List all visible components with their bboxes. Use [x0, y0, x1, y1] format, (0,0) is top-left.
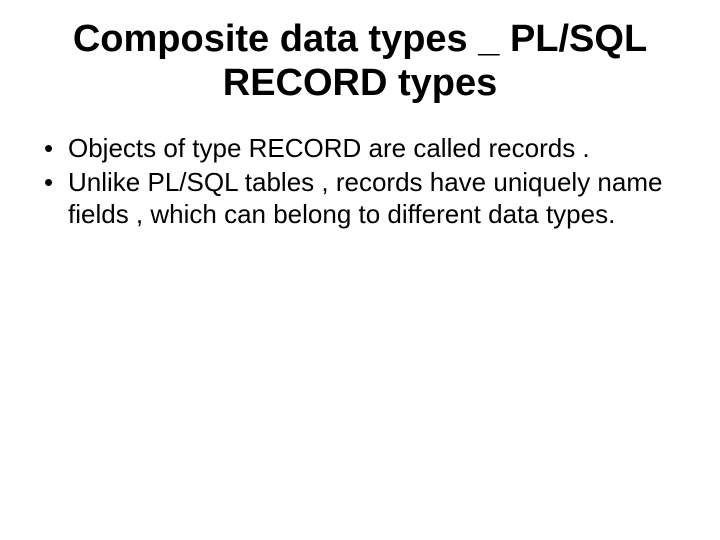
- bullet-item: Unlike PL/SQL tables , records have uniq…: [40, 167, 680, 230]
- bullet-item: Objects of type RECORD are called record…: [40, 133, 680, 165]
- slide-body: Objects of type RECORD are called record…: [40, 133, 680, 230]
- slide-title: Composite data types _ PL/SQL RECORD typ…: [40, 18, 680, 105]
- slide: Composite data types _ PL/SQL RECORD typ…: [0, 0, 720, 540]
- bullet-list: Objects of type RECORD are called record…: [40, 133, 680, 230]
